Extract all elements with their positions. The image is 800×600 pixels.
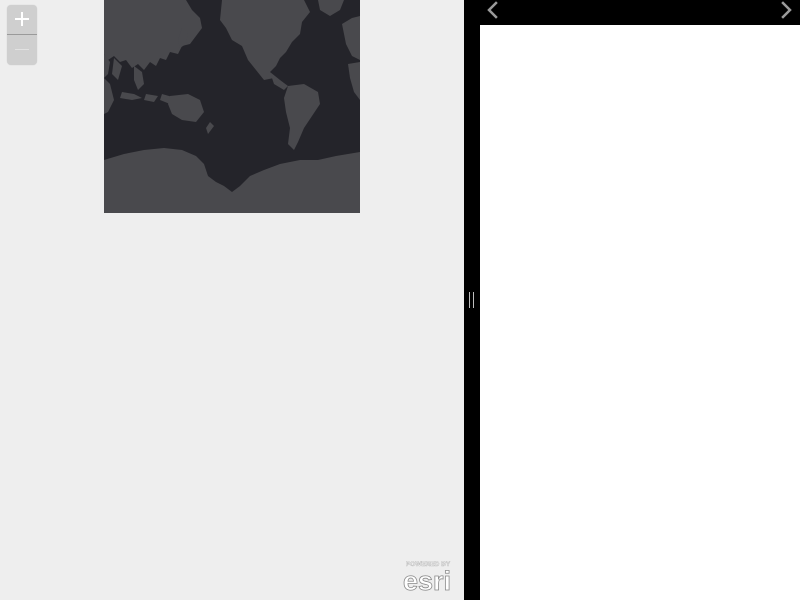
drag-handle-icon[interactable] [469, 292, 475, 308]
map-view[interactable]: POWERED BY esri [0, 0, 464, 600]
zoom-control [7, 5, 37, 65]
minus-icon [15, 49, 29, 50]
zoom-in-button[interactable] [7, 5, 37, 34]
story-map-app: POWERED BY esri [0, 0, 800, 600]
chevron-left-icon [487, 1, 498, 19]
esri-brand-text: esri [403, 566, 451, 594]
world-basemap-tile[interactable] [104, 0, 360, 213]
panel-splitter[interactable] [464, 0, 480, 600]
esri-attribution-logo[interactable]: POWERED BY esri [396, 558, 458, 594]
plus-icon [15, 12, 29, 26]
chevron-right-icon [781, 1, 792, 19]
story-nav-bar [480, 0, 800, 25]
previous-button[interactable] [482, 0, 506, 22]
zoom-out-button[interactable] [7, 35, 37, 64]
story-content-panel [480, 25, 800, 600]
next-button[interactable] [774, 0, 798, 22]
